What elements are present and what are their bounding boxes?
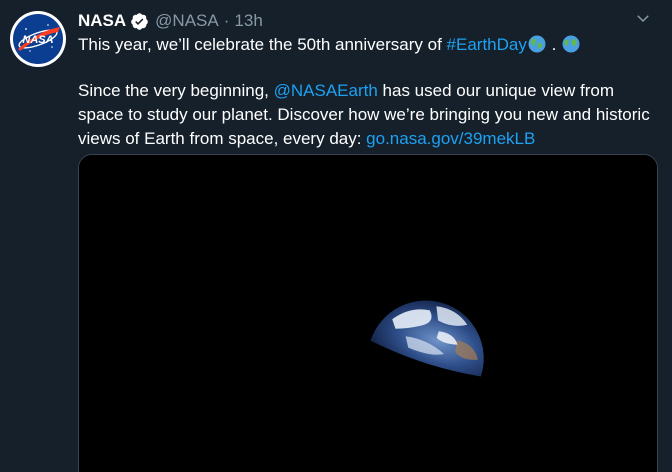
tweet-text: This year, we’ll celebrate the 50th anni… <box>78 33 658 151</box>
chevron-down-icon[interactable] <box>634 9 652 27</box>
separator: · <box>223 11 230 30</box>
tweet-paragraph-1: This year, we’ll celebrate the 50th anni… <box>78 33 658 57</box>
globe-emoji-icon <box>528 35 546 53</box>
avatar[interactable]: NASA <box>10 11 66 67</box>
tweet-media[interactable] <box>78 154 658 472</box>
mention-link[interactable]: @NASAEarth <box>274 81 378 100</box>
text-segment: Since the very beginning, <box>78 81 274 100</box>
text-segment: This year, we’ll celebrate the 50th anni… <box>78 35 447 54</box>
globe-emoji-icon <box>562 35 580 53</box>
tweet-paragraph-2: Since the very beginning, @NASAEarth has… <box>78 79 658 151</box>
earthrise-photo <box>79 155 657 472</box>
text-segment: . <box>546 35 562 54</box>
timestamp[interactable]: 13h <box>234 11 262 31</box>
nasa-logo-icon: NASA <box>13 14 63 64</box>
verified-badge-icon <box>131 12 148 30</box>
display-name[interactable]: NASA <box>78 11 126 31</box>
hashtag-link[interactable]: #EarthDay <box>447 35 527 54</box>
url-link[interactable]: go.nasa.gov/39mekLB <box>366 129 535 148</box>
tweet-header: NASA @NASA · 13h <box>78 9 263 33</box>
handle[interactable]: @NASA <box>155 11 219 31</box>
nasa-logo-text: NASA <box>22 34 53 46</box>
tweet: NASA NASA @NASA · 13h This year, we’ll c… <box>0 0 672 472</box>
